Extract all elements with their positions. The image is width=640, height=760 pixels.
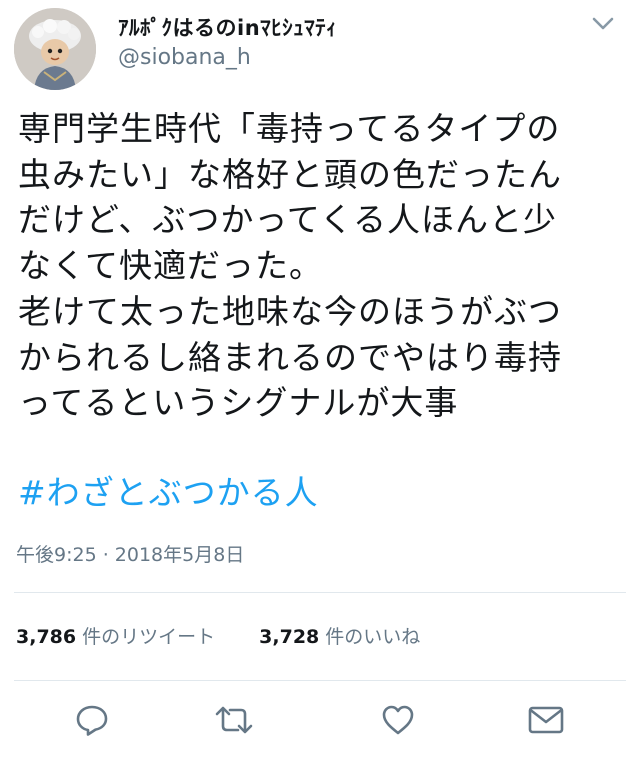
direct-message-button[interactable] <box>526 700 566 740</box>
retweet-icon <box>215 706 253 734</box>
chevron-down-icon[interactable] <box>590 14 616 34</box>
retweet-button[interactable] <box>214 700 254 740</box>
divider <box>14 592 626 593</box>
likes-stat[interactable]: 3,728 件のいいね <box>259 622 420 649</box>
envelope-icon <box>528 706 564 734</box>
divider <box>14 680 626 681</box>
user-handle[interactable]: @siobana_h <box>118 45 251 70</box>
tweet-timestamp[interactable]: 午後9:25 · 2018年5月8日 <box>16 540 244 567</box>
likes-count: 3,728 <box>259 626 320 648</box>
like-button[interactable] <box>378 700 418 740</box>
avatar-image <box>14 8 96 90</box>
tweet-text: 専門学生時代「毒持ってるタイプの 虫みたい」な格好と頭の色だったん だけど、ぶつ… <box>18 109 562 423</box>
retweets-label: 件のリツイート <box>76 626 216 648</box>
avatar[interactable] <box>14 8 96 90</box>
tweet-actions <box>0 700 640 744</box>
heart-icon <box>382 705 414 735</box>
reply-icon <box>76 705 108 736</box>
hashtag-link[interactable]: #わざとぶつかる人 <box>18 466 319 514</box>
reply-button[interactable] <box>72 700 112 740</box>
engagement-stats: 3,786 件のリツイート 3,728 件のいいね <box>16 622 420 649</box>
tweet-card: ｱﾙﾎﾟｸはるのinﾏﾋｼｭﾏﾃｨ @siobana_h 専門学生時代「毒持って… <box>0 0 640 760</box>
retweets-stat[interactable]: 3,786 件のリツイート <box>16 622 215 649</box>
display-name[interactable]: ｱﾙﾎﾟｸはるのinﾏﾋｼｭﾏﾃｨ <box>118 12 337 42</box>
retweets-count: 3,786 <box>16 626 77 648</box>
likes-label: 件のいいね <box>319 626 421 648</box>
